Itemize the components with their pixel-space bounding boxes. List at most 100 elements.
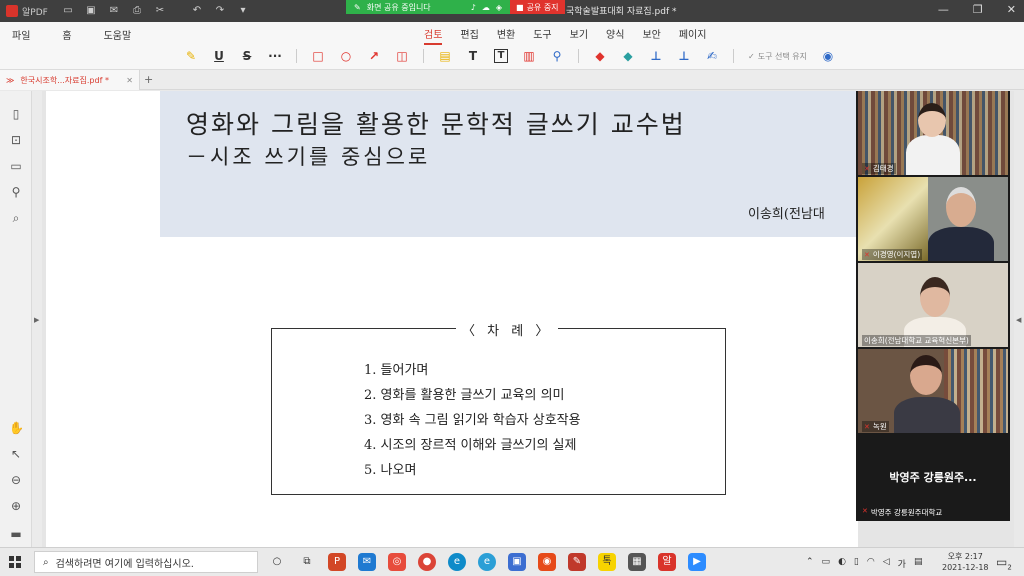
open-folder-icon[interactable]: ▭ (62, 5, 74, 17)
strikethrough-icon[interactable]: S (240, 49, 254, 63)
tab-form[interactable]: 양식 (606, 26, 624, 45)
ellipse-icon[interactable]: ○ (339, 49, 353, 63)
select-tool-icon[interactable]: ↖ (9, 447, 23, 461)
tab-tools[interactable]: 도구 (533, 26, 551, 45)
video-tile[interactable]: ✕ 녹원 (858, 349, 1008, 433)
app-icon[interactable]: ✎ (568, 553, 586, 571)
taskbar-search[interactable]: ⌕ 검색하려면 여기에 입력하십시오. (34, 551, 258, 573)
tab-view[interactable]: 보기 (570, 26, 588, 45)
tray-expand-icon[interactable]: ⌃ (806, 557, 814, 570)
app-icon[interactable]: ▣ (508, 553, 526, 571)
quick-access-dropdown-icon[interactable]: ▾ (237, 5, 249, 17)
attach-icon[interactable]: ⚲ (550, 49, 564, 63)
tab-security[interactable]: 보안 (642, 26, 660, 45)
search-icon[interactable]: ⌕ (9, 211, 23, 225)
wifi-icon[interactable]: ◠ (867, 557, 875, 570)
print-icon[interactable]: ⎙ (131, 5, 143, 17)
app-icon[interactable]: ▦ (628, 553, 646, 571)
close-icon[interactable]: ✕ (1007, 3, 1016, 16)
tab-page[interactable]: 페이지 (679, 26, 707, 45)
attachment-icon[interactable]: ⚲ (9, 185, 23, 199)
keep-tool-selection[interactable]: ✓ 도구 선택 유지 (748, 51, 807, 62)
eye-icon[interactable]: ◉ (821, 49, 835, 63)
share-status-text: 화면 공유 중입니다 (366, 2, 431, 12)
comment-icon[interactable]: ▭ (9, 159, 23, 173)
menu-home[interactable]: 홈 (62, 27, 71, 42)
share-status[interactable]: ✎ 화면 공유 중입니다 ♪ ☁ ◈ (346, 0, 510, 14)
cut-icon[interactable]: ✂ (154, 5, 166, 17)
zoom-icon[interactable]: ▶ (688, 553, 706, 571)
windows-start-icon[interactable] (9, 556, 21, 568)
cortana-icon[interactable]: ○ (268, 553, 286, 571)
doc-tab-active[interactable]: ≫ 한국시조학...자료집.pdf * ✕ (0, 70, 140, 90)
zoom-in-icon[interactable]: ⊕ (9, 499, 23, 513)
task-view-icon[interactable]: ⧉ (298, 553, 316, 571)
menu-help[interactable]: 도움말 (104, 27, 132, 42)
redo-icon[interactable]: ↷ (214, 5, 226, 17)
textbox-icon[interactable]: T (494, 49, 508, 63)
app-icon[interactable]: ◎ (388, 553, 406, 571)
email-icon[interactable]: ✉ (108, 5, 120, 17)
stop-share-button[interactable]: ■ 공유 중지 (510, 0, 565, 14)
tab-menu-icon: ≫ (6, 75, 15, 85)
speaker-icon[interactable]: ◁ (883, 557, 890, 570)
tab-review[interactable]: 검토 (424, 26, 443, 45)
stamp-dropdown-icon[interactable]: ⊥ (677, 49, 691, 63)
sign-icon[interactable]: ✍ (705, 49, 719, 63)
tray-app-icon[interactable]: ▯ (854, 557, 859, 570)
tray-app-icon[interactable]: ◐ (838, 557, 846, 570)
bookmark-icon[interactable]: ⊡ (9, 133, 23, 147)
ie-icon[interactable]: e (478, 553, 496, 571)
participant-avatar (918, 103, 946, 137)
video-tile[interactable]: ✕ 이경영(이지엽) (858, 177, 1008, 261)
notification-count: 2 (1007, 563, 1012, 572)
highlighter-icon[interactable]: ✎ (184, 49, 198, 63)
arrow-icon[interactable]: ↗ (367, 49, 381, 63)
callout-icon[interactable]: ▥ (522, 49, 536, 63)
rectangle-icon[interactable]: □ (311, 49, 325, 63)
thumbnail-panel-icon[interactable]: ▯ (9, 107, 23, 121)
stamp-icon[interactable]: ⊥ (649, 49, 663, 63)
tray-app-icon[interactable]: ▭ (822, 557, 831, 570)
minimize-icon[interactable]: — (938, 3, 949, 16)
hand-tool-icon[interactable]: ✋ (9, 421, 24, 435)
restore-icon[interactable]: ❐ (973, 3, 983, 16)
shape-dropdown-icon[interactable]: ◫ (395, 49, 409, 63)
chrome-icon[interactable]: ● (418, 553, 436, 571)
edge-icon[interactable]: e (448, 553, 466, 571)
alpdf-icon[interactable]: 알 (658, 553, 676, 571)
clock[interactable]: 오후 2:17 2021-12-18 (942, 551, 989, 573)
menu-file[interactable]: 파일 (12, 27, 30, 42)
expand-left-icon[interactable]: ▶ (34, 316, 39, 324)
eraser-teal-icon[interactable]: ◆ (621, 49, 635, 63)
undo-icon[interactable]: ↶ (191, 5, 203, 17)
participant-name: 이경영(이지엽) (872, 250, 921, 259)
notification-icon[interactable]: ▭2 (996, 555, 1012, 571)
eraser-icon[interactable]: ◆ (593, 49, 607, 63)
video-tile-name-only[interactable]: 박영주 강릉원주... ✕ 박영주 강릉원주대학교 (858, 435, 1008, 519)
tab-convert[interactable]: 변환 (497, 26, 515, 45)
tray-app-icon[interactable]: ▤ (914, 557, 923, 570)
app-brand[interactable]: 알PDF (0, 5, 50, 18)
close-tab-icon[interactable]: ✕ (126, 76, 133, 85)
expand-right-icon[interactable]: ◀ (1016, 316, 1021, 324)
mail-icon[interactable]: ✉ (358, 553, 376, 571)
divider (423, 49, 424, 63)
save-icon[interactable]: ▣ (85, 5, 97, 17)
tab-edit[interactable]: 편집 (460, 26, 478, 45)
app-icon[interactable]: ◉ (538, 553, 556, 571)
more-icon[interactable]: ··· (268, 49, 282, 63)
kakaotalk-icon[interactable]: 톡 (598, 553, 616, 571)
ime-indicator[interactable]: 가 (898, 557, 906, 570)
video-tile[interactable]: 이송희(전남대학교 교육혁신본부) (858, 263, 1008, 347)
powerpoint-icon[interactable]: P (328, 553, 346, 571)
participant-body (906, 135, 960, 175)
video-conference-panel: ✕ 김태경 ✕ 이경영(이지엽) 이송희(전남대학교 교육혁신본부) ✕ 녹원 박영주… (856, 91, 1010, 521)
note-icon[interactable]: ▤ (438, 49, 452, 63)
text-icon[interactable]: T (466, 49, 480, 63)
fit-page-icon[interactable]: ▬ (9, 527, 23, 541)
video-tile[interactable]: ✕ 김태경 (858, 91, 1008, 175)
underline-icon[interactable]: U (212, 49, 226, 63)
zoom-out-icon[interactable]: ⊖ (9, 473, 23, 487)
add-tab-button[interactable]: + (144, 73, 153, 86)
